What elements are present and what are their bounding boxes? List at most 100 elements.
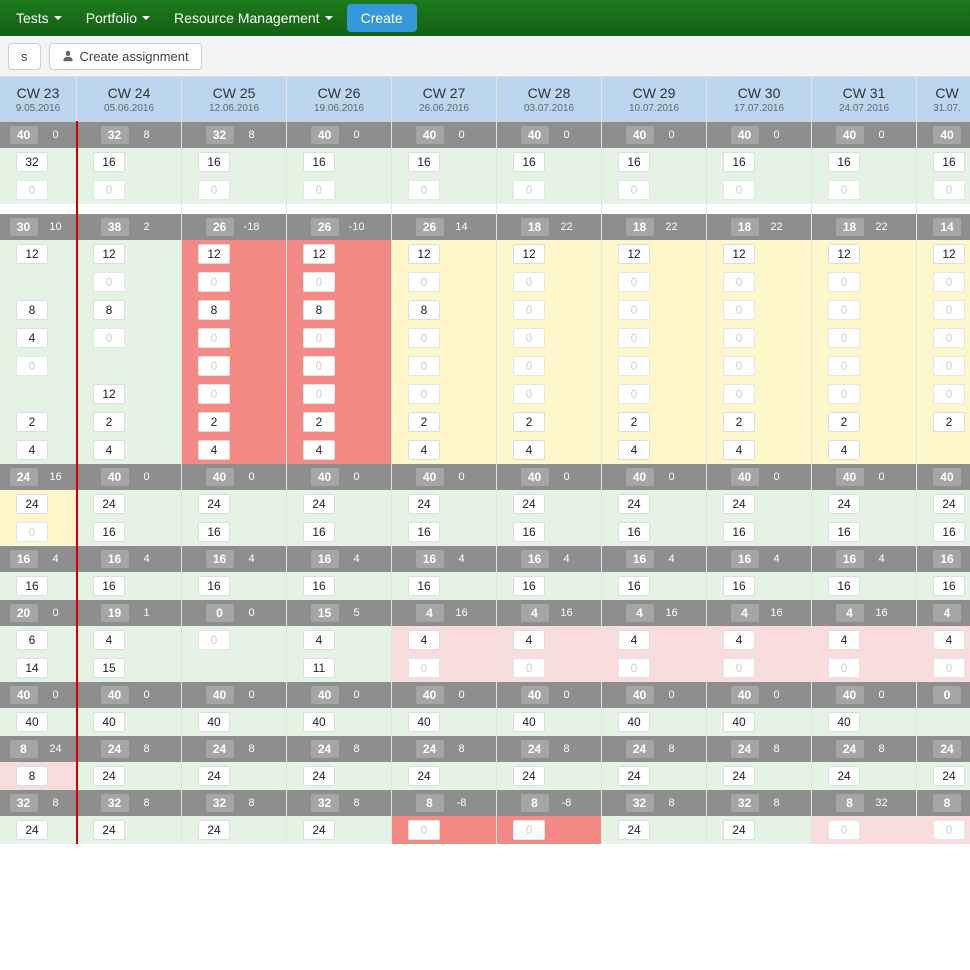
allocation-value[interactable]: 16: [16, 576, 48, 596]
allocation-cell[interactable]: 0: [812, 816, 916, 844]
allocation-value[interactable]: 4: [408, 630, 440, 650]
allocation-value[interactable]: 4: [93, 440, 125, 460]
allocation-value[interactable]: 8: [16, 766, 48, 786]
allocation-value[interactable]: 0: [408, 820, 440, 840]
allocation-value[interactable]: 0: [933, 300, 965, 320]
allocation-cell[interactable]: 0: [77, 176, 181, 204]
allocation-value[interactable]: 0: [723, 658, 755, 678]
allocation-value[interactable]: 4: [198, 440, 230, 460]
allocation-value[interactable]: 0: [513, 820, 545, 840]
allocation-value[interactable]: 0: [618, 180, 650, 200]
allocation-cell[interactable]: 4: [602, 436, 706, 464]
allocation-value[interactable]: 0: [198, 356, 230, 376]
allocation-value[interactable]: 8: [93, 300, 125, 320]
allocation-cell[interactable]: 40: [77, 708, 181, 736]
allocation-cell[interactable]: 0: [287, 352, 391, 380]
allocation-value[interactable]: 0: [828, 356, 860, 376]
allocation-value[interactable]: 4: [933, 630, 965, 650]
allocation-cell[interactable]: 24: [392, 762, 496, 790]
allocation-value[interactable]: 24: [933, 494, 965, 514]
allocation-value[interactable]: 24: [933, 766, 965, 786]
allocation-value[interactable]: 0: [828, 300, 860, 320]
allocation-cell[interactable]: 0: [812, 352, 916, 380]
allocation-cell[interactable]: 0: [77, 268, 181, 296]
allocation-cell[interactable]: 24: [917, 490, 970, 518]
allocation-value[interactable]: 24: [408, 494, 440, 514]
allocation-value[interactable]: 2: [198, 412, 230, 432]
allocation-value[interactable]: 11: [303, 658, 335, 678]
allocation-value[interactable]: 12: [16, 244, 48, 264]
allocation-value[interactable]: 8: [198, 300, 230, 320]
allocation-cell[interactable]: 0: [182, 324, 286, 352]
allocation-value[interactable]: 16: [198, 152, 230, 172]
allocation-value[interactable]: 0: [933, 356, 965, 376]
allocation-value[interactable]: 24: [198, 820, 230, 840]
allocation-value[interactable]: 16: [933, 522, 965, 542]
allocation-cell[interactable]: 40: [392, 708, 496, 736]
allocation-cell[interactable]: 6: [0, 626, 76, 654]
allocation-cell[interactable]: 2: [497, 408, 601, 436]
allocation-cell[interactable]: 0: [77, 324, 181, 352]
allocation-value[interactable]: 2: [303, 412, 335, 432]
allocation-value[interactable]: 4: [513, 630, 545, 650]
allocation-value[interactable]: 0: [408, 272, 440, 292]
allocation-cell[interactable]: 24: [707, 490, 811, 518]
week-header[interactable]: CW 2512.06.2016: [182, 77, 286, 122]
nav-tests[interactable]: Tests: [6, 4, 72, 32]
allocation-value[interactable]: 4: [303, 440, 335, 460]
allocation-value[interactable]: 0: [933, 272, 965, 292]
allocation-value[interactable]: 40: [723, 712, 755, 732]
allocation-cell[interactable]: 0: [812, 654, 916, 682]
allocation-cell[interactable]: 12: [707, 240, 811, 268]
allocation-value[interactable]: 16: [828, 152, 860, 172]
toolbar-s-button[interactable]: s: [8, 43, 41, 70]
allocation-cell[interactable]: 40: [0, 708, 76, 736]
allocation-cell[interactable]: 24: [182, 816, 286, 844]
allocation-value[interactable]: 0: [723, 384, 755, 404]
allocation-value[interactable]: 0: [513, 658, 545, 678]
allocation-cell[interactable]: 12: [602, 240, 706, 268]
allocation-cell[interactable]: 2: [0, 408, 76, 436]
allocation-value[interactable]: 0: [408, 658, 440, 678]
allocation-value[interactable]: 0: [408, 384, 440, 404]
allocation-value[interactable]: 24: [618, 820, 650, 840]
allocation-value[interactable]: 24: [93, 766, 125, 786]
allocation-cell[interactable]: 0: [602, 654, 706, 682]
allocation-value[interactable]: 16: [198, 576, 230, 596]
allocation-value[interactable]: 12: [303, 244, 335, 264]
allocation-cell[interactable]: 24: [392, 490, 496, 518]
allocation-cell[interactable]: 24: [812, 762, 916, 790]
allocation-cell[interactable]: [917, 436, 970, 464]
allocation-value[interactable]: 0: [198, 384, 230, 404]
allocation-cell[interactable]: 16: [77, 148, 181, 176]
allocation-value[interactable]: 8: [303, 300, 335, 320]
allocation-value[interactable]: 16: [723, 576, 755, 596]
allocation-cell[interactable]: 16: [497, 572, 601, 600]
allocation-value[interactable]: 16: [93, 522, 125, 542]
allocation-value[interactable]: 16: [618, 152, 650, 172]
allocation-cell[interactable]: 0: [917, 352, 970, 380]
allocation-cell[interactable]: 16: [392, 518, 496, 546]
allocation-value[interactable]: 24: [303, 766, 335, 786]
allocation-value[interactable]: 0: [828, 384, 860, 404]
allocation-value[interactable]: 40: [93, 712, 125, 732]
allocation-value[interactable]: 0: [933, 820, 965, 840]
allocation-value[interactable]: 0: [303, 272, 335, 292]
allocation-cell[interactable]: 0: [917, 268, 970, 296]
allocation-cell[interactable]: 2: [77, 408, 181, 436]
allocation-cell[interactable]: 12: [287, 240, 391, 268]
allocation-cell[interactable]: 16: [182, 518, 286, 546]
allocation-cell[interactable]: 16: [812, 148, 916, 176]
allocation-value[interactable]: 2: [828, 412, 860, 432]
allocation-value[interactable]: 12: [828, 244, 860, 264]
allocation-cell[interactable]: 24: [0, 490, 76, 518]
allocation-value[interactable]: 24: [828, 766, 860, 786]
nav-resource-management[interactable]: Resource Management: [164, 4, 343, 32]
create-button[interactable]: Create: [347, 4, 417, 32]
allocation-cell[interactable]: 8: [182, 296, 286, 324]
allocation-value[interactable]: 12: [93, 384, 125, 404]
allocation-cell[interactable]: 0: [392, 324, 496, 352]
allocation-cell[interactable]: 16: [77, 572, 181, 600]
allocation-cell[interactable]: 4: [497, 436, 601, 464]
allocation-value[interactable]: 16: [408, 152, 440, 172]
